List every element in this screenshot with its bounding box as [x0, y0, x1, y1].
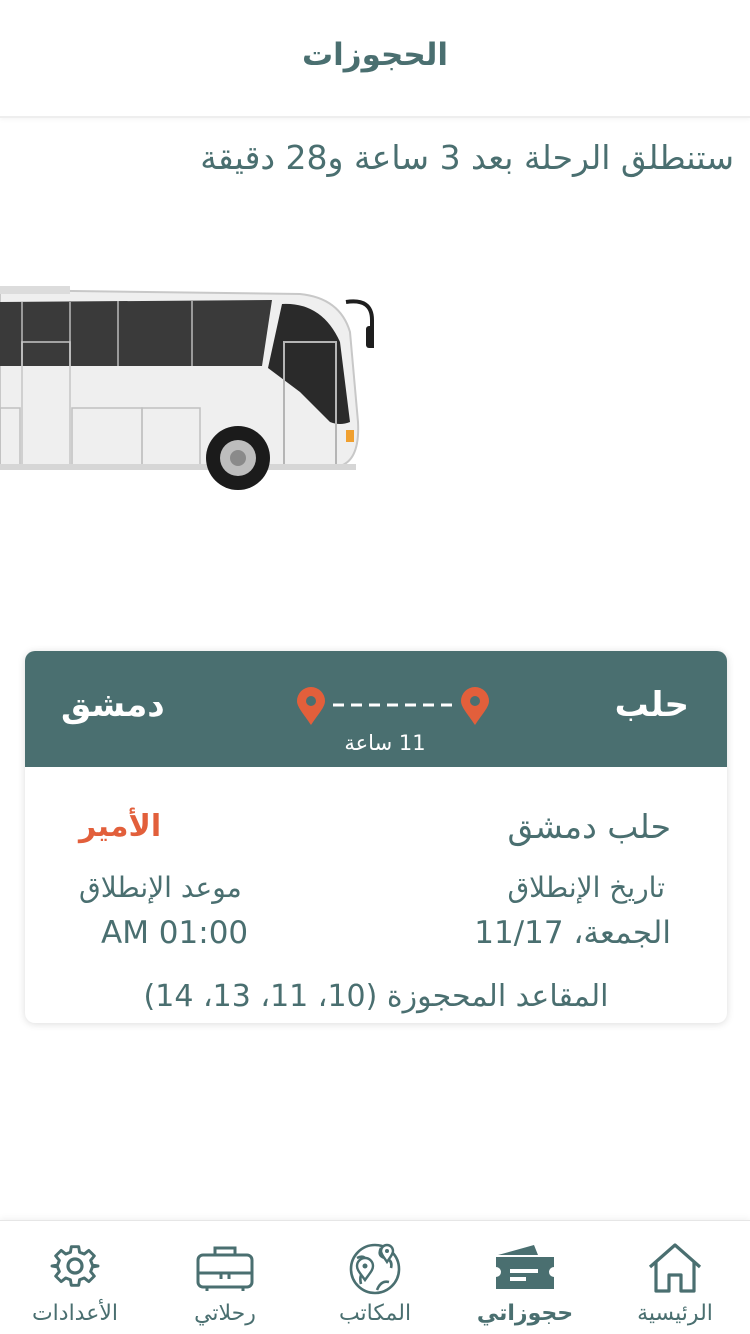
tab-label: المكاتب [338, 1301, 412, 1326]
tab-home[interactable]: الرئيسية [600, 1221, 750, 1334]
from-city: حلب [614, 685, 689, 725]
tab-settings[interactable]: الأعدادات [0, 1221, 150, 1334]
departure-date: الجمعة، 11/17 [474, 915, 671, 951]
app-header: الحجوزات [0, 0, 750, 118]
globe-location-icon [344, 1237, 406, 1299]
tab-label: حجوزاتي [476, 1301, 574, 1326]
bookings-screen: الحجوزات ستنطلق الرحلة بعد 3 ساعة و28 دق… [0, 0, 750, 1334]
booking-card-header: حلب دمشق 11 ساعة [25, 651, 727, 767]
booking-card[interactable]: حلب دمشق 11 ساعة حلب دمشق الأمير تاريخ ا… [25, 651, 727, 1023]
reserved-seats: المقاعد المحجوزة (10، 11، 13، 14) [143, 979, 609, 1014]
departure-time-label: موعد الإنطلاق [79, 871, 242, 904]
to-city: دمشق [61, 685, 165, 725]
bottom-tab-bar: الأعدادات رحلاتي المكاتب حجوزاتي الرئيسي… [0, 1220, 750, 1334]
tab-offices[interactable]: المكاتب [300, 1221, 450, 1334]
tab-my-bookings[interactable]: حجوزاتي [450, 1221, 600, 1334]
location-pin-icon [297, 687, 325, 725]
tab-label: الرئيسية [637, 1301, 713, 1326]
tab-label: الأعدادات [31, 1301, 119, 1326]
gear-icon [44, 1237, 106, 1299]
home-icon [644, 1237, 706, 1299]
ticket-icon [494, 1237, 556, 1299]
route-name: حلب دمشق [507, 807, 671, 846]
tab-my-trips[interactable]: رحلاتي [150, 1221, 300, 1334]
operator-name: الأمير [79, 809, 162, 844]
departure-date-label: تاريخ الإنطلاق [507, 871, 665, 904]
trip-duration: 11 ساعة [344, 731, 426, 755]
bus-illustration [0, 272, 390, 497]
route-line [297, 687, 489, 725]
page-title: الحجوزات [301, 37, 448, 73]
departure-countdown: ستنطلق الرحلة بعد 3 ساعة و28 دقيقة [200, 138, 734, 177]
tab-label: رحلاتي [194, 1301, 256, 1326]
suitcase-icon [194, 1237, 256, 1299]
location-pin-icon [461, 687, 489, 725]
departure-time: AM 01:00 [101, 915, 249, 951]
